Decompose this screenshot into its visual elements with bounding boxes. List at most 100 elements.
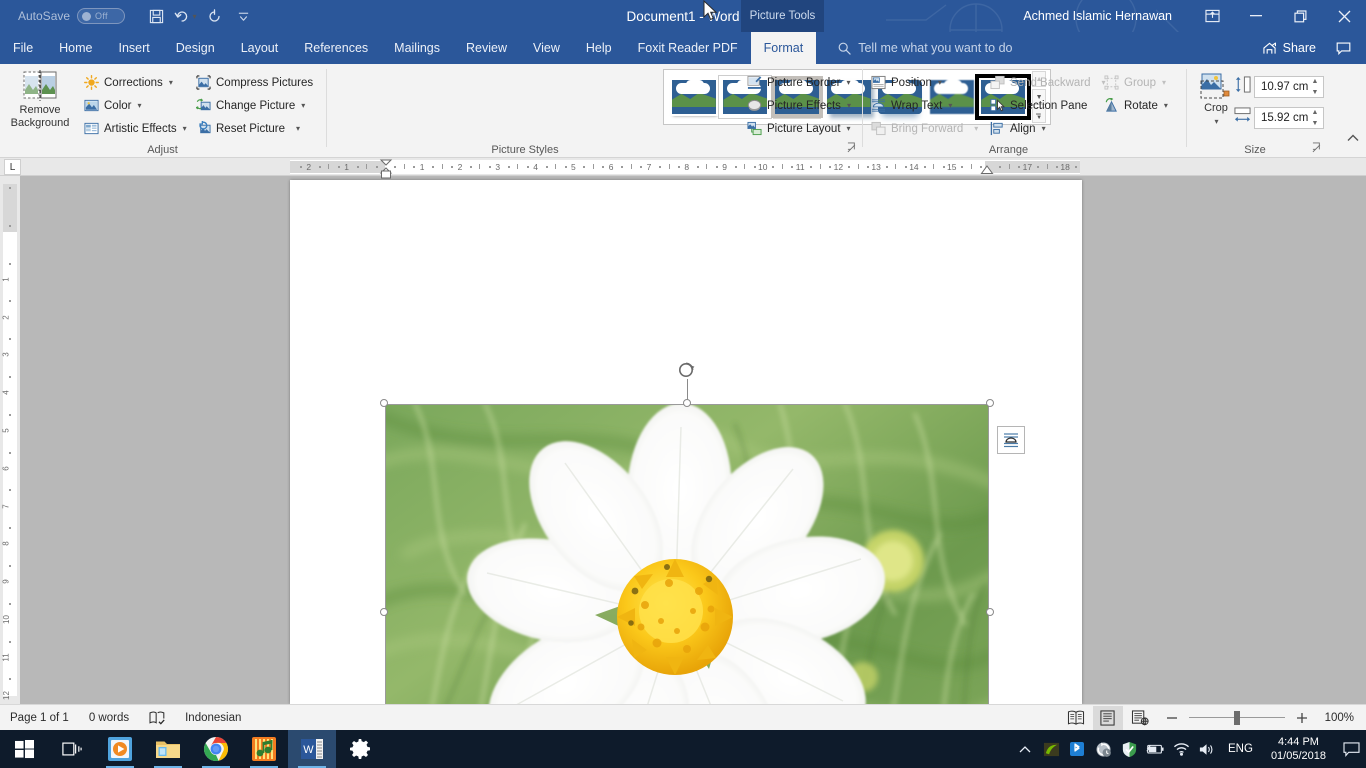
zoom-slider-thumb[interactable] (1233, 711, 1240, 725)
chevron-down-icon[interactable]: ▾ (183, 124, 187, 133)
tab-file[interactable]: File (0, 32, 47, 64)
left-indent-marker[interactable] (379, 170, 393, 179)
undo-caret[interactable]: ▾ (193, 12, 197, 21)
undo-icon[interactable]: ▾ (172, 4, 198, 28)
collapse-ribbon-icon[interactable] (1345, 130, 1361, 146)
compress-pictures-button[interactable]: Compress Pictures (196, 72, 313, 93)
tab-format[interactable]: Format (750, 32, 817, 64)
picture-layout-button[interactable]: Picture Layout ▾ (747, 118, 851, 139)
zoom-slider[interactable] (1188, 705, 1285, 731)
taskbar-chrome[interactable] (192, 730, 240, 768)
tab-mailings[interactable]: Mailings (381, 32, 453, 64)
shape-height-spinner[interactable]: ▲ ▼ (1309, 78, 1321, 96)
wrap-text-button[interactable]: Wrap Text ▾ (871, 95, 952, 116)
picture-styles-dialog-launcher[interactable] (847, 142, 858, 153)
taskbar-music[interactable] (240, 730, 288, 768)
tray-security-icon[interactable] (1116, 730, 1142, 768)
minimize-icon[interactable] (1234, 0, 1278, 32)
tray-battery-icon[interactable] (1142, 730, 1168, 768)
page-indicator[interactable]: Page 1 of 1 (0, 705, 79, 731)
close-icon[interactable] (1322, 0, 1366, 32)
tab-view[interactable]: View (520, 32, 573, 64)
tray-language-indicator[interactable]: ENG (1220, 743, 1261, 755)
chevron-down-icon[interactable]: ▾ (169, 78, 173, 87)
right-indent-marker[interactable] (980, 165, 994, 175)
taskbar-file-explorer[interactable] (144, 730, 192, 768)
picture-border-button[interactable]: Picture Border ▾ (747, 72, 851, 93)
horizontal-ruler[interactable]: L 2 1 1 2 3 4 5 6 7 8 9 10 11 12 13 14 15 17 18 (0, 158, 1366, 179)
comments-icon[interactable] (1328, 32, 1358, 64)
shape-width-field[interactable]: 15.92 cm ▲ ▼ (1254, 107, 1324, 129)
tab-stop-selector[interactable]: L (4, 159, 21, 175)
redo-icon[interactable] (201, 4, 227, 28)
chevron-down-icon[interactable]: ▾ (1164, 101, 1168, 110)
picture-style-0[interactable] (670, 76, 718, 119)
chevron-down-icon[interactable]: ▾ (1042, 124, 1046, 133)
print-layout-button[interactable] (1092, 706, 1123, 730)
zoom-level[interactable]: 100% (1319, 712, 1362, 724)
chevron-down-icon[interactable]: ▾ (847, 101, 851, 110)
tray-nvidia-icon[interactable] (1038, 730, 1064, 768)
tab-foxit-reader-pdf[interactable]: Foxit Reader PDF (625, 32, 751, 64)
show-hidden-icons-button[interactable] (1012, 730, 1038, 768)
position-button[interactable]: Position ▾ (871, 72, 942, 93)
crop-button[interactable]: Crop ▾ (1194, 72, 1238, 128)
taskbar-media-player[interactable] (96, 730, 144, 768)
change-picture-button[interactable]: Change Picture ▾ (196, 95, 305, 116)
picture-effects-button[interactable]: Picture Effects ▾ (747, 95, 851, 116)
read-mode-button[interactable] (1061, 706, 1091, 730)
chevron-down-icon[interactable]: ▾ (948, 101, 952, 110)
size-dialog-launcher[interactable] (1312, 142, 1323, 153)
tab-design[interactable]: Design (163, 32, 228, 64)
resize-handle-middle-right[interactable] (986, 608, 994, 616)
resize-handle-top-center[interactable] (683, 399, 691, 407)
action-center-button[interactable] (1336, 730, 1366, 768)
tell-me-search[interactable]: Tell me what you want to do (838, 32, 1012, 64)
proofing-status[interactable] (139, 705, 175, 731)
vertical-ruler[interactable]: 1 2 3 4 5 6 7 8 9 10 11 12 (0, 176, 20, 704)
corrections-button[interactable]: Corrections ▾ (84, 72, 173, 93)
zoom-in-button[interactable] (1287, 706, 1317, 730)
resize-handle-middle-left[interactable] (380, 608, 388, 616)
web-layout-button[interactable] (1125, 706, 1155, 730)
document-page[interactable] (290, 180, 1082, 768)
color-button[interactable]: Color ▾ (84, 95, 142, 116)
tab-review[interactable]: Review (453, 32, 520, 64)
tray-network-icon[interactable] (1168, 730, 1194, 768)
tray-update-icon[interactable] (1090, 730, 1116, 768)
shape-width-spinner[interactable]: ▲ ▼ (1309, 109, 1321, 127)
chevron-down-icon[interactable]: ▾ (296, 124, 300, 133)
language-indicator[interactable]: Indonesian (175, 705, 251, 731)
autosave-switch[interactable]: Off (77, 8, 126, 24)
chevron-down-icon[interactable]: ▾ (847, 78, 851, 87)
artistic-effects-button[interactable]: Artistic Effects ▾ (84, 118, 187, 139)
maximize-restore-icon[interactable] (1278, 0, 1322, 32)
tray-clock[interactable]: 4:44 PM 01/05/2018 (1261, 735, 1336, 763)
chevron-down-icon[interactable]: ▾ (137, 101, 141, 110)
word-count[interactable]: 0 words (79, 705, 139, 731)
zoom-out-button[interactable] (1157, 706, 1187, 730)
rotate-handle-icon[interactable] (677, 360, 697, 380)
tab-layout[interactable]: Layout (228, 32, 292, 64)
remove-background-button[interactable]: Remove Background (11, 70, 69, 130)
chevron-down-icon[interactable]: ▾ (1214, 115, 1218, 128)
share-button[interactable]: Share (1254, 41, 1324, 55)
start-button[interactable] (0, 730, 48, 768)
tray-volume-icon[interactable] (1194, 730, 1220, 768)
layout-options-button[interactable] (997, 426, 1025, 454)
reset-picture-button[interactable]: Reset Picture ▾ (196, 118, 300, 139)
chevron-down-icon[interactable]: ▾ (847, 124, 851, 133)
task-view-button[interactable] (48, 730, 96, 768)
autosave-toggle[interactable]: AutoSave Off (18, 8, 126, 24)
align-button[interactable]: Align ▾ (990, 118, 1046, 139)
account-name[interactable]: Achmed Islamic Hernawan (1023, 9, 1172, 23)
taskbar-word[interactable]: W (288, 730, 336, 768)
shape-height-field[interactable]: 10.97 cm ▲ ▼ (1254, 76, 1324, 98)
tab-insert[interactable]: Insert (106, 32, 163, 64)
resize-handle-top-left[interactable] (380, 399, 388, 407)
tab-references[interactable]: References (291, 32, 381, 64)
customize-qat-icon[interactable] (230, 4, 256, 28)
chevron-down-icon[interactable]: ▾ (938, 78, 942, 87)
tray-bluetooth-icon[interactable] (1064, 730, 1090, 768)
selection-pane-button[interactable]: Selection Pane (990, 95, 1087, 116)
